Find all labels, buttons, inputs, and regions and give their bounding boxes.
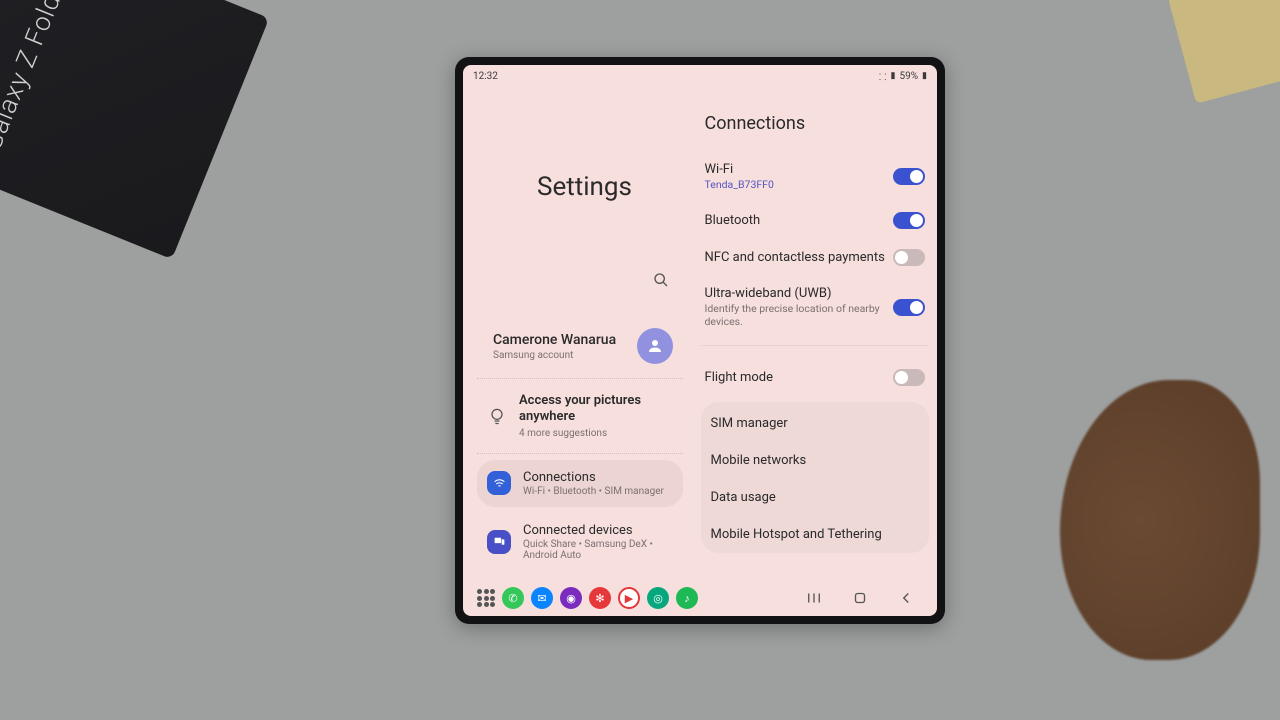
product-box-label: Galaxy Z Fold6 — [0, 0, 73, 155]
status-battery: 59% — [899, 71, 918, 82]
settings-left-pane: Settings Camerone Wanarua Samsung accoun… — [463, 87, 691, 580]
flight-mode-toggle[interactable] — [893, 369, 925, 386]
connections-panel: Connections Wi-Fi Tenda_B73FF0 Bluetooth — [691, 87, 937, 580]
hotspot-row[interactable]: Mobile Hotspot and Tethering — [707, 516, 923, 553]
suggestion-title: Access your pictures anywhere — [519, 393, 673, 426]
bulb-icon — [487, 406, 507, 426]
sidebar-item-connections[interactable]: Connections Wi-Fi • Bluetooth • SIM mana… — [477, 460, 683, 507]
recents-button[interactable] — [805, 589, 823, 607]
flight-mode-label: Flight mode — [705, 370, 885, 385]
uwb-description: Identify the precise location of nearby … — [705, 302, 885, 329]
bluetooth-row[interactable]: Bluetooth — [701, 202, 929, 239]
sidebar-item-label: Connections — [523, 470, 664, 485]
wifi-label: Wi-Fi — [705, 162, 885, 177]
status-bar: 12:32 ⸬ ▮ 59% ▮ — [463, 65, 937, 87]
account-sub: Samsung account — [493, 350, 637, 361]
data-usage-row[interactable]: Data usage — [707, 479, 923, 516]
sidebar-item-sub: Quick Share • Samsung DeX • Android Auto — [523, 539, 673, 561]
wifi-icon: ⸬ — [879, 70, 886, 83]
gallery-app-icon[interactable]: ✻ — [589, 587, 611, 609]
nfc-label: NFC and contactless payments — [705, 250, 885, 265]
battery-icon: ▮ — [922, 71, 927, 81]
uwb-label: Ultra-wideband (UWB) — [705, 286, 885, 301]
avatar[interactable] — [637, 328, 673, 364]
wifi-row[interactable]: Wi-Fi Tenda_B73FF0 — [701, 152, 929, 202]
wifi-setting-icon — [487, 471, 511, 495]
apps-grid-icon[interactable] — [477, 589, 495, 607]
back-button[interactable] — [897, 589, 915, 607]
devices-icon — [487, 530, 511, 554]
spotify-app-icon[interactable]: ♪ — [676, 587, 698, 609]
desk-object — [1168, 0, 1280, 104]
phone-screen: 12:32 ⸬ ▮ 59% ▮ Settings Camerone Wanaru… — [463, 65, 937, 616]
signal-icon: ▮ — [891, 71, 896, 81]
product-box: Galaxy Z Fold6 — [0, 0, 269, 259]
samsung-account-row[interactable]: Camerone Wanarua Samsung account — [477, 316, 683, 379]
suggestion-row[interactable]: Access your pictures anywhere 4 more sug… — [477, 379, 683, 454]
bluetooth-toggle[interactable] — [893, 212, 925, 229]
phone-app-icon[interactable]: ✆ — [502, 587, 524, 609]
wifi-network-name: Tenda_B73FF0 — [705, 178, 885, 192]
phone-device: 12:32 ⸬ ▮ 59% ▮ Settings Camerone Wanaru… — [455, 57, 945, 624]
whatsapp-app-icon[interactable]: ◎ — [647, 587, 669, 609]
flight-mode-row[interactable]: Flight mode — [701, 359, 929, 396]
nfc-row[interactable]: NFC and contactless payments — [701, 239, 929, 276]
search-icon[interactable] — [653, 272, 669, 292]
hand — [1060, 380, 1260, 660]
page-title: Settings — [537, 172, 683, 202]
mobile-networks-row[interactable]: Mobile networks — [707, 442, 923, 479]
sidebar-item-connected-devices[interactable]: Connected devices Quick Share • Samsung … — [477, 513, 683, 571]
account-name: Camerone Wanarua — [493, 332, 637, 348]
browser-app-icon[interactable]: ◉ — [560, 587, 582, 609]
panel-title: Connections — [705, 113, 929, 134]
uwb-row[interactable]: Ultra-wideband (UWB) Identify the precis… — [701, 276, 929, 339]
uwb-toggle[interactable] — [893, 299, 925, 316]
bluetooth-label: Bluetooth — [705, 213, 885, 228]
youtube-app-icon[interactable]: ▶ — [618, 587, 640, 609]
suggestion-sub: 4 more suggestions — [519, 428, 673, 439]
sidebar-item-label: Connected devices — [523, 523, 673, 538]
taskbar: ✆ ✉ ◉ ✻ ▶ ◎ ♪ — [463, 580, 937, 616]
status-time: 12:32 — [473, 71, 498, 82]
messages-app-icon[interactable]: ✉ — [531, 587, 553, 609]
sim-manager-row[interactable]: SIM manager — [707, 405, 923, 442]
nfc-toggle[interactable] — [893, 249, 925, 266]
sidebar-item-sub: Wi-Fi • Bluetooth • SIM manager — [523, 486, 664, 497]
home-button[interactable] — [851, 589, 869, 607]
wifi-toggle[interactable] — [893, 168, 925, 185]
